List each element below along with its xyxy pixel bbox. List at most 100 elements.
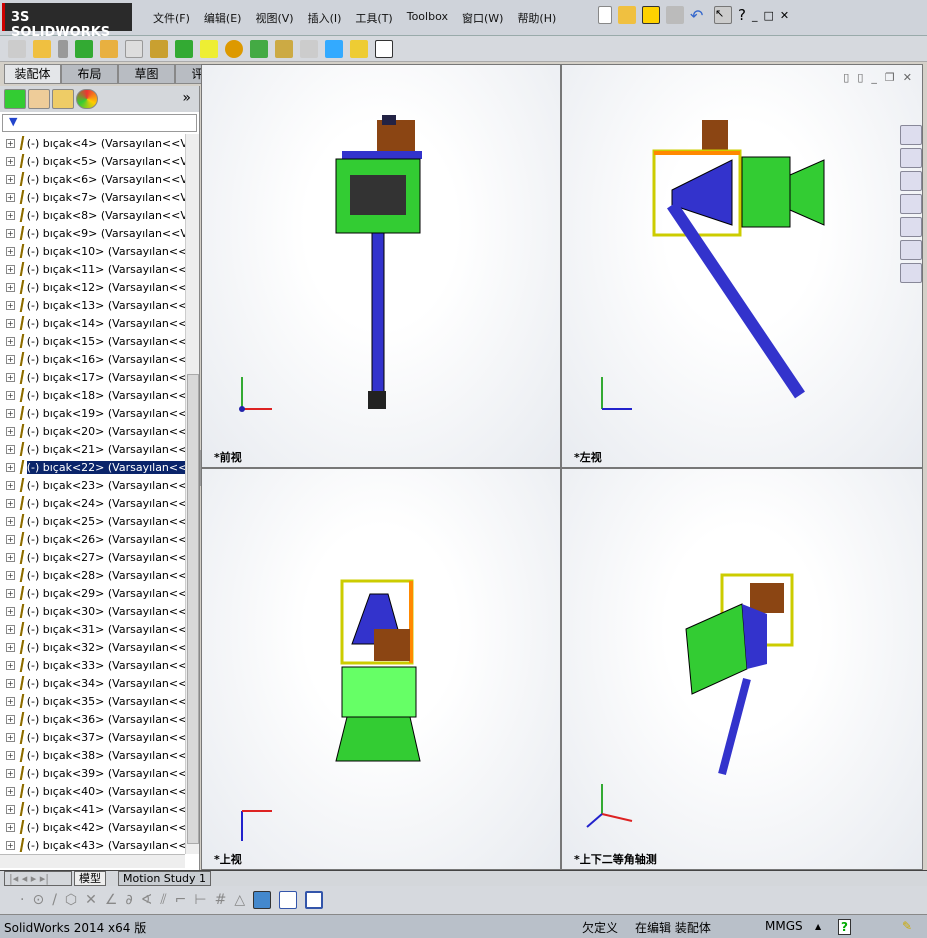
triangle-icon[interactable]: △ xyxy=(234,892,245,908)
menu-toolbox[interactable]: Toolbox xyxy=(400,10,455,26)
expand-icon[interactable]: + xyxy=(6,354,15,364)
expand-chevron-icon[interactable]: » xyxy=(182,90,191,106)
appearances-icon[interactable] xyxy=(900,240,922,260)
new-part-icon[interactable] xyxy=(33,39,51,58)
tree-item[interactable]: + (-) bıçak<18> (Varsayılan<<' xyxy=(0,386,185,404)
tab-nav-arrows[interactable]: |◂ ◂ ▸ ▸| xyxy=(4,871,72,886)
expand-icon[interactable]: + xyxy=(6,372,15,382)
viewport-minimize-icon[interactable]: _ xyxy=(871,71,877,84)
viewport-restore-icon[interactable]: ❐ xyxy=(885,71,895,84)
insert-component-icon[interactable] xyxy=(8,39,26,58)
tree-item[interactable]: + (-) bıçak<32> (Varsayılan<<' xyxy=(0,638,185,656)
offset-icon[interactable]: ⫽ xyxy=(160,892,166,908)
expand-icon[interactable]: + xyxy=(6,408,15,418)
expand-icon[interactable]: + xyxy=(6,516,15,526)
tree-item[interactable]: + (-) bıçak<43> (Varsayılan<<' xyxy=(0,836,185,854)
tree-item[interactable]: + (-) bıçak<5> (Varsayılan<<Va xyxy=(0,152,185,170)
mate-icon[interactable] xyxy=(58,39,68,58)
polygon-icon[interactable]: ⬡ xyxy=(65,892,77,908)
tab-sketch[interactable]: 草图 xyxy=(118,64,175,84)
expand-icon[interactable]: + xyxy=(6,696,15,706)
tab-model[interactable]: 模型 xyxy=(74,871,106,886)
expand-icon[interactable]: + xyxy=(6,840,15,850)
viewport-top[interactable]: *上视 xyxy=(201,468,561,870)
expand-icon[interactable]: + xyxy=(6,156,15,166)
menu-view[interactable]: 视图(V) xyxy=(248,10,300,26)
tree-filter-input[interactable]: ▼ xyxy=(2,114,197,132)
tree-item[interactable]: + (-) bıçak<14> (Varsayılan<<' xyxy=(0,314,185,332)
expand-icon[interactable]: + xyxy=(6,552,15,562)
expand-icon[interactable]: + xyxy=(6,210,15,220)
tree-item[interactable]: + (-) bıçak<4> (Varsayılan<<Va xyxy=(0,134,185,152)
tab-layout[interactable]: 布局 xyxy=(61,64,118,84)
custom-properties-icon[interactable] xyxy=(900,263,922,283)
configuration-manager-tab-icon[interactable] xyxy=(52,89,74,109)
expand-icon[interactable]: + xyxy=(6,624,15,634)
expand-icon[interactable]: + xyxy=(6,138,15,148)
expand-icon[interactable]: + xyxy=(6,336,15,346)
view-palette-icon[interactable] xyxy=(900,217,922,237)
mass-properties-icon[interactable] xyxy=(350,39,368,58)
tree-item[interactable]: + (-) bıçak<24> (Varsayılan<<' xyxy=(0,494,185,512)
rebuild-icon[interactable] xyxy=(642,6,660,24)
measure-icon[interactable] xyxy=(325,39,343,58)
menu-insert[interactable]: 插入(I) xyxy=(301,10,349,26)
expand-icon[interactable]: + xyxy=(6,246,15,256)
status-units[interactable]: MMGS xyxy=(765,919,803,933)
maximize-button[interactable]: □ xyxy=(763,9,773,22)
expand-icon[interactable]: + xyxy=(6,426,15,436)
3d-box-icon[interactable] xyxy=(253,891,272,909)
tree-item[interactable]: + (-) bıçak<16> (Varsayılan<<' xyxy=(0,350,185,368)
tree-item[interactable]: + (-) bıçak<22> (Varsayılan<< xyxy=(0,458,185,476)
dimension-icon[interactable]: ⊢ xyxy=(194,892,206,908)
grid-icon[interactable]: # xyxy=(215,892,227,908)
tree-item[interactable]: + (-) bıçak<29> (Varsayılan<<' xyxy=(0,584,185,602)
tree-item[interactable]: + (-) bıçak<30> (Varsayılan<<' xyxy=(0,602,185,620)
help-status-icon[interactable]: ? xyxy=(838,919,851,935)
pattern-icon[interactable] xyxy=(75,39,93,58)
expand-icon[interactable]: + xyxy=(6,606,15,616)
tree-item[interactable]: + (-) bıçak<28> (Varsayılan<<' xyxy=(0,566,185,584)
expand-icon[interactable]: + xyxy=(6,174,15,184)
units-up-arrow-icon[interactable]: ▲ xyxy=(815,922,821,931)
quick-tips-icon[interactable]: ✎ xyxy=(902,919,912,933)
tab-assembly[interactable]: 装配体 xyxy=(4,64,61,84)
tree-item[interactable]: + (-) bıçak<19> (Varsayılan<<' xyxy=(0,404,185,422)
feature-manager-tab-icon[interactable] xyxy=(4,89,26,109)
expand-icon[interactable]: + xyxy=(6,570,15,580)
help-icon[interactable]: ? xyxy=(738,6,746,24)
tree-item[interactable]: + (-) bıçak<12> (Varsayılan<<' xyxy=(0,278,185,296)
file-explorer-icon[interactable] xyxy=(900,194,922,214)
menu-window[interactable]: 窗口(W) xyxy=(455,10,510,26)
tree-item[interactable]: + (-) bıçak<8> (Varsayılan<<Va xyxy=(0,206,185,224)
tree-item[interactable]: + (-) bıçak<15> (Varsayılan<<' xyxy=(0,332,185,350)
tree-item[interactable]: + (-) bıçak<40> (Varsayılan<<' xyxy=(0,782,185,800)
tree-item[interactable]: + (-) bıçak<13> (Varsayılan<<' xyxy=(0,296,185,314)
design-library-icon[interactable] xyxy=(900,171,922,191)
tree-horizontal-scrollbar[interactable] xyxy=(0,854,185,868)
expand-icon[interactable]: + xyxy=(6,318,15,328)
expand-icon[interactable]: + xyxy=(6,642,15,652)
expand-icon[interactable]: + xyxy=(6,192,15,202)
expand-icon[interactable]: + xyxy=(6,768,15,778)
tree-item[interactable]: + (-) bıçak<7> (Varsayılan<<Va xyxy=(0,188,185,206)
property-manager-tab-icon[interactable] xyxy=(28,89,50,109)
tree-item[interactable]: + (-) bıçak<27> (Varsayılan<<' xyxy=(0,548,185,566)
viewport-isometric[interactable]: *上下二等角轴测 xyxy=(561,468,923,870)
viewport-front[interactable]: *前视 xyxy=(201,64,561,468)
explode-icon[interactable] xyxy=(250,39,268,58)
print-icon[interactable] xyxy=(666,6,684,24)
close-button[interactable]: ✕ xyxy=(780,9,789,22)
tree-item[interactable]: + (-) bıçak<10> (Varsayılan<<' xyxy=(0,242,185,260)
chamfer-icon[interactable]: ∢ xyxy=(141,892,153,908)
home-icon[interactable] xyxy=(900,148,922,168)
tab-motion-study[interactable]: Motion Study 1 xyxy=(118,871,212,886)
expand-icon[interactable]: + xyxy=(6,264,15,274)
expand-icon[interactable]: + xyxy=(6,660,15,670)
tree-item[interactable]: + (-) bıçak<20> (Varsayılan<<' xyxy=(0,422,185,440)
expand-icon[interactable]: + xyxy=(6,804,15,814)
exploded-line-icon[interactable] xyxy=(275,39,293,58)
open-icon[interactable] xyxy=(618,6,636,24)
fillet-icon[interactable]: ∂ xyxy=(125,892,132,908)
tree-item[interactable]: + (-) bıçak<36> (Varsayılan<<' xyxy=(0,710,185,728)
